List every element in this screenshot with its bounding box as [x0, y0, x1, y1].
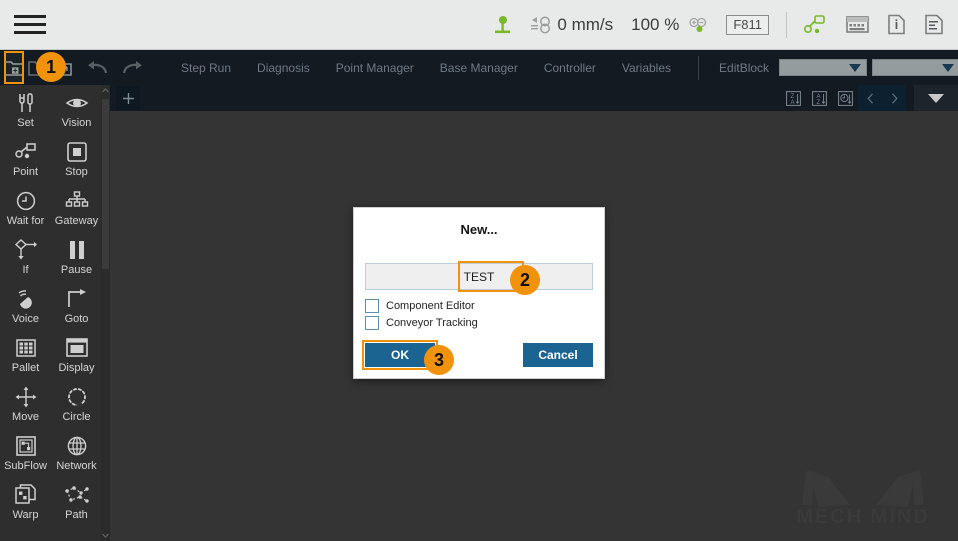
annotation-badge-2: 2 [510, 265, 540, 295]
annotation-badge-3: 3 [424, 345, 454, 375]
modal-overlay: New... Component Editor Conveyor Trackin… [0, 0, 958, 541]
cancel-button[interactable]: Cancel [523, 343, 593, 367]
application-window: 0 mm/s 100 % F811 Step Run Diagnosis Poi… [0, 0, 958, 541]
checkbox-component-editor[interactable]: Component Editor [365, 299, 604, 313]
dialog-button-row: OK Cancel [362, 340, 593, 370]
checkbox-box[interactable] [365, 299, 379, 313]
checkbox-box[interactable] [365, 316, 379, 330]
checkbox-conveyor-tracking[interactable]: Conveyor Tracking [365, 316, 604, 330]
annotation-badge-1: 1 [36, 52, 66, 82]
checkbox-label: Conveyor Tracking [386, 317, 478, 329]
project-name-field-wrap [365, 261, 593, 292]
dialog-title: New... [460, 222, 498, 237]
dialog-options-group: Component Editor Conveyor Tracking [365, 299, 604, 330]
project-name-input[interactable] [365, 263, 593, 290]
checkbox-label: Component Editor [386, 300, 475, 312]
new-project-dialog: New... Component Editor Conveyor Trackin… [353, 207, 605, 379]
